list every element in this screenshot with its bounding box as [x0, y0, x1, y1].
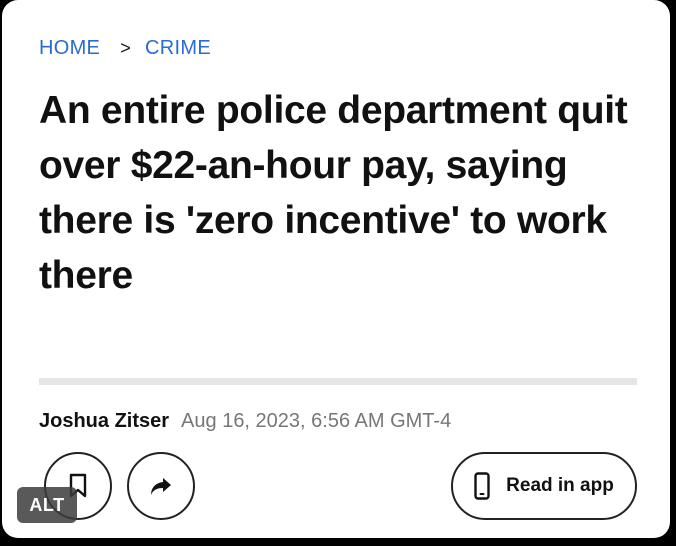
breadcrumb-section-link[interactable]: CRIME	[145, 37, 211, 60]
phone-icon	[474, 472, 490, 500]
alt-text-badge[interactable]: ALT	[17, 487, 77, 523]
read-in-app-button[interactable]: Read in app	[451, 452, 637, 520]
article-headline: An entire police department quit over $2…	[39, 89, 628, 297]
byline: Joshua Zitser Aug 16, 2023, 6:56 AM GMT-…	[39, 410, 451, 433]
publish-date: Aug 16, 2023, 6:56 AM GMT-4	[181, 410, 452, 432]
breadcrumb-home-link[interactable]: HOME	[39, 37, 100, 60]
share-button[interactable]	[127, 452, 195, 520]
breadcrumb: HOME > CRIME	[39, 37, 211, 60]
divider	[39, 378, 637, 385]
author-name[interactable]: Joshua Zitser	[39, 410, 169, 433]
read-in-app-label: Read in app	[506, 475, 614, 496]
share-icon	[151, 478, 171, 495]
article-card: HOME > CRIME An entire police department…	[2, 0, 670, 538]
chevron-right-icon: >	[120, 38, 132, 58]
